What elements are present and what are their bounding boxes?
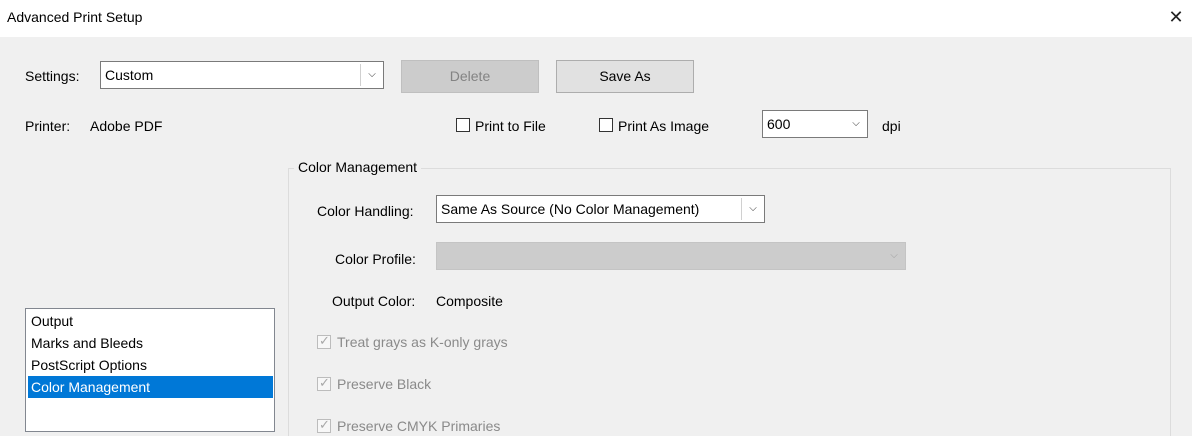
print-to-file-checkbox[interactable] [456,118,470,132]
dpi-value: 600 [767,116,791,132]
dpi-label: dpi [882,118,901,134]
print-to-file-label[interactable]: Print to File [475,118,546,134]
sidebar-item-postscript-options[interactable]: PostScript Options [28,354,273,376]
color-handling-label: Color Handling: [317,203,414,219]
preserve-cmyk-checkbox[interactable] [317,417,331,433]
close-icon[interactable]: ✕ [1164,3,1188,31]
preserve-black-label[interactable]: Preserve Black [337,376,431,392]
color-handling-value: Same As Source (No Color Management) [441,201,700,217]
settings-label: Settings: [25,68,80,84]
sidebar-list[interactable]: Output Marks and Bleeds PostScript Optio… [25,308,275,432]
preserve-cmyk-label[interactable]: Preserve CMYK Primaries [337,418,500,434]
chevron-down-icon: ⌵ [749,203,757,214]
print-as-image-checkbox[interactable] [599,118,613,132]
sidebar-item-color-management[interactable]: Color Management [28,376,273,398]
printer-label: Printer: [25,118,71,134]
chevron-down-icon: ⌵ [368,69,376,80]
sidebar-item-output[interactable]: Output [28,310,273,332]
preserve-black-checkbox[interactable] [317,375,331,391]
print-as-image-label[interactable]: Print As Image [618,118,709,134]
color-profile-dropdown[interactable]: ⌵ [436,242,906,270]
delete-button[interactable]: Delete [401,60,539,93]
dpi-dropdown[interactable]: 600 ⌵ [762,110,868,138]
sidebar-item-marks-and-bleeds[interactable]: Marks and Bleeds [28,332,273,354]
chevron-down-icon: ⌵ [890,250,898,261]
title-bar: Advanced Print Setup ✕ [0,0,1192,37]
settings-value: Custom [105,67,154,83]
save-as-button[interactable]: Save As [556,60,694,93]
color-profile-label: Color Profile: [335,251,416,267]
group-title: Color Management [294,159,422,175]
output-color-label: Output Color: [332,293,416,309]
settings-dropdown[interactable]: Custom ⌵ [100,61,384,89]
printer-value: Adobe PDF [90,118,163,134]
window-title: Advanced Print Setup [7,9,143,25]
chevron-down-icon: ⌵ [852,118,860,129]
treat-grays-checkbox[interactable] [317,333,331,349]
output-color-value: Composite [436,293,503,309]
color-handling-dropdown[interactable]: Same As Source (No Color Management) ⌵ [436,195,765,223]
treat-grays-label[interactable]: Treat grays as K-only grays [337,334,508,350]
